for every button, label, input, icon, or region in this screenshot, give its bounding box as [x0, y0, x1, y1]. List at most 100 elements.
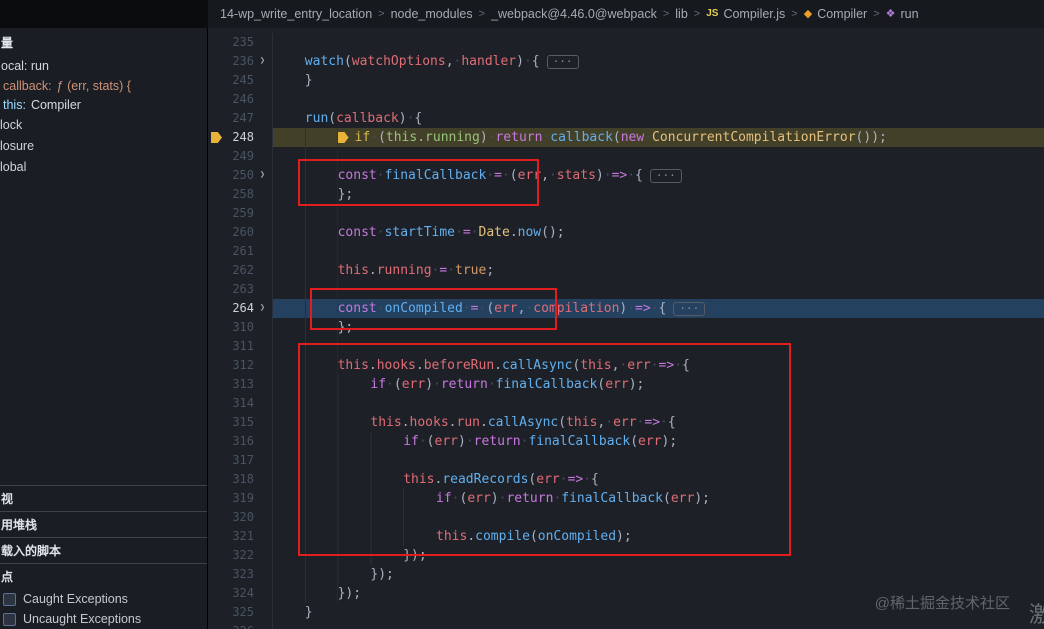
code-token: · — [501, 168, 510, 183]
gutter[interactable]: 264 ❯ — [208, 299, 272, 318]
code-line-246[interactable]: 246 — [208, 90, 1044, 109]
breakpoint-option[interactable]: Uncaught Exceptions — [0, 609, 207, 629]
gutter[interactable]: 260 — [208, 223, 272, 242]
gutter[interactable]: 311 — [208, 337, 272, 356]
gutter[interactable]: 313 — [208, 375, 272, 394]
code-line-311[interactable]: 311 — [208, 337, 1044, 356]
sidebar-section-header[interactable]: 用堆栈 — [0, 511, 207, 537]
code-line-318[interactable]: 318 this. readRecords(err · => ·{ — [208, 470, 1044, 489]
gutter[interactable]: 316 — [208, 432, 272, 451]
variable-row[interactable]: this: Compiler — [0, 96, 207, 115]
scope-local-run[interactable]: ocal: run — [0, 56, 207, 77]
sidebar-section-header[interactable]: 视 — [0, 485, 207, 511]
code-line-258[interactable]: 258}; — [208, 185, 1044, 204]
folded-code-badge[interactable]: ··· — [649, 168, 682, 183]
breadcrumb-item[interactable]: Compiler — [817, 7, 867, 21]
gutter[interactable]: 245 — [208, 71, 272, 90]
code-line-261[interactable]: 261 — [208, 242, 1044, 261]
breadcrumb-item[interactable]: run — [901, 7, 919, 21]
gutter[interactable]: 324 — [208, 584, 272, 603]
gutter[interactable]: 248 — [208, 128, 272, 147]
gutter[interactable]: 262 — [208, 261, 272, 280]
fold-chevron-icon[interactable]: ❯ — [254, 166, 271, 185]
breadcrumb-item[interactable]: lib — [675, 7, 688, 21]
breadcrumb-item[interactable]: 14-wp_write_entry_location — [220, 7, 372, 21]
gutter[interactable]: 310 — [208, 318, 272, 337]
gutter[interactable]: 250 ❯ — [208, 166, 272, 185]
code-line-250[interactable]: 250 ❯ const · finalCallback · = ·(err, · stats) · =… — [208, 166, 1044, 185]
code-line-326[interactable]: 326 — [208, 622, 1044, 629]
breadcrumb-item[interactable]: Compiler.js — [723, 7, 785, 21]
gutter[interactable]: 259 — [208, 204, 272, 223]
checkbox-icon[interactable] — [3, 592, 16, 606]
line-number: 315 — [232, 415, 254, 429]
gutter[interactable]: 323 — [208, 565, 272, 584]
code-line-248[interactable]: 248 if ·(this.running) · return · callback(new… — [208, 128, 1044, 147]
code-line-320[interactable]: 320 — [208, 508, 1044, 527]
code-line-313[interactable]: 313 if ·(err) · return · finalCallback(err); — [208, 375, 1044, 394]
code-editor[interactable]: 235 236 ❯ watch(watchOptions, · handler) ·{···… — [208, 28, 1044, 629]
breakpoint-options: Caught Exceptions Uncaught Exceptions — [0, 589, 207, 629]
code-line-247[interactable]: 247 run(callback) ·{ — [208, 109, 1044, 128]
line-number: 312 — [232, 358, 254, 372]
code-line-317[interactable]: 317 — [208, 451, 1044, 470]
code-line-315[interactable]: 315 this. hooks. run. callAsync(this, · err · =>… — [208, 413, 1044, 432]
code-line-312[interactable]: 312 this. hooks. beforeRun. callAsync(this, ·… — [208, 356, 1044, 375]
gutter[interactable]: 312 — [208, 356, 272, 375]
scope-item[interactable]: lobal — [0, 157, 207, 178]
code-line-245[interactable]: 245} — [208, 71, 1044, 90]
breakpoint-option[interactable]: Caught Exceptions — [0, 589, 207, 609]
gutter[interactable]: 325 — [208, 603, 272, 622]
code-line-314[interactable]: 314 — [208, 394, 1044, 413]
code-line-264[interactable]: 264 ❯ const · onCompiled · = ·(err, · compilation… — [208, 299, 1044, 318]
folded-code-badge[interactable]: ··· — [673, 301, 706, 316]
code-line-262[interactable]: 262 this. running · = · true; — [208, 261, 1044, 280]
gutter[interactable]: 261 — [208, 242, 272, 261]
gutter[interactable]: 321 — [208, 527, 272, 546]
gutter[interactable]: 322 — [208, 546, 272, 565]
fold-chevron-icon[interactable]: ❯ — [254, 299, 271, 318]
line-number: 246 — [232, 92, 254, 106]
gutter[interactable]: 319 — [208, 489, 272, 508]
code-line-263[interactable]: 263 — [208, 280, 1044, 299]
breadcrumb-item[interactable]: node_modules — [391, 7, 473, 21]
gutter[interactable]: 235 — [208, 33, 272, 52]
code-token: · — [470, 225, 479, 240]
code-content: run(callback) ·{ — [272, 109, 1044, 128]
scope-item[interactable]: lock — [0, 115, 207, 136]
fold-chevron-icon[interactable]: ❯ — [254, 52, 271, 71]
breadcrumb-item[interactable]: _webpack@4.46.0@webpack — [491, 7, 657, 21]
gutter[interactable]: 314 — [208, 394, 272, 413]
scope-item[interactable]: losure — [0, 136, 207, 157]
variable-row[interactable]: callback: ƒ (err, stats) { — [0, 77, 207, 96]
code-line-321[interactable]: 321 this. compile(onCompiled); — [208, 527, 1044, 546]
code-line-310[interactable]: 310}; — [208, 318, 1044, 337]
code-line-260[interactable]: 260 const · startTime · = · Date. now (); — [208, 223, 1044, 242]
code-token: => — [658, 358, 675, 373]
gutter[interactable]: 247 — [208, 109, 272, 128]
code-line-323[interactable]: 323}); — [208, 565, 1044, 584]
gutter[interactable]: 263 — [208, 280, 272, 299]
code-line-322[interactable]: 322}); — [208, 546, 1044, 565]
gutter[interactable]: 258 — [208, 185, 272, 204]
code-content: this. compile(onCompiled); — [272, 527, 1044, 546]
code-line-235[interactable]: 235 — [208, 33, 1044, 52]
code-line-249[interactable]: 249 — [208, 147, 1044, 166]
gutter[interactable]: 326 — [208, 622, 272, 629]
code-line-316[interactable]: 316 if ·(err) · return · finalCallback(err); — [208, 432, 1044, 451]
gutter[interactable]: 249 — [208, 147, 272, 166]
gutter[interactable]: 315 — [208, 413, 272, 432]
folded-code-badge[interactable]: ··· — [546, 54, 579, 69]
code-line-236[interactable]: 236 ❯ watch(watchOptions, · handler) ·{··· — [208, 52, 1044, 71]
gutter[interactable]: 317 — [208, 451, 272, 470]
gutter[interactable]: 320 — [208, 508, 272, 527]
checkbox-icon[interactable] — [3, 612, 16, 626]
code-line-319[interactable]: 319 if ·(err) · return · finalCallback(err); — [208, 489, 1044, 508]
gutter[interactable]: 236 ❯ — [208, 52, 272, 71]
sidebar-section-header[interactable]: 载入的脚本 — [0, 537, 207, 563]
gutter[interactable]: 246 — [208, 90, 272, 109]
variable-value: Compiler — [30, 98, 81, 112]
gutter[interactable]: 318 — [208, 470, 272, 489]
sidebar-section-header[interactable]: 点 — [0, 563, 207, 589]
code-line-259[interactable]: 259 — [208, 204, 1044, 223]
